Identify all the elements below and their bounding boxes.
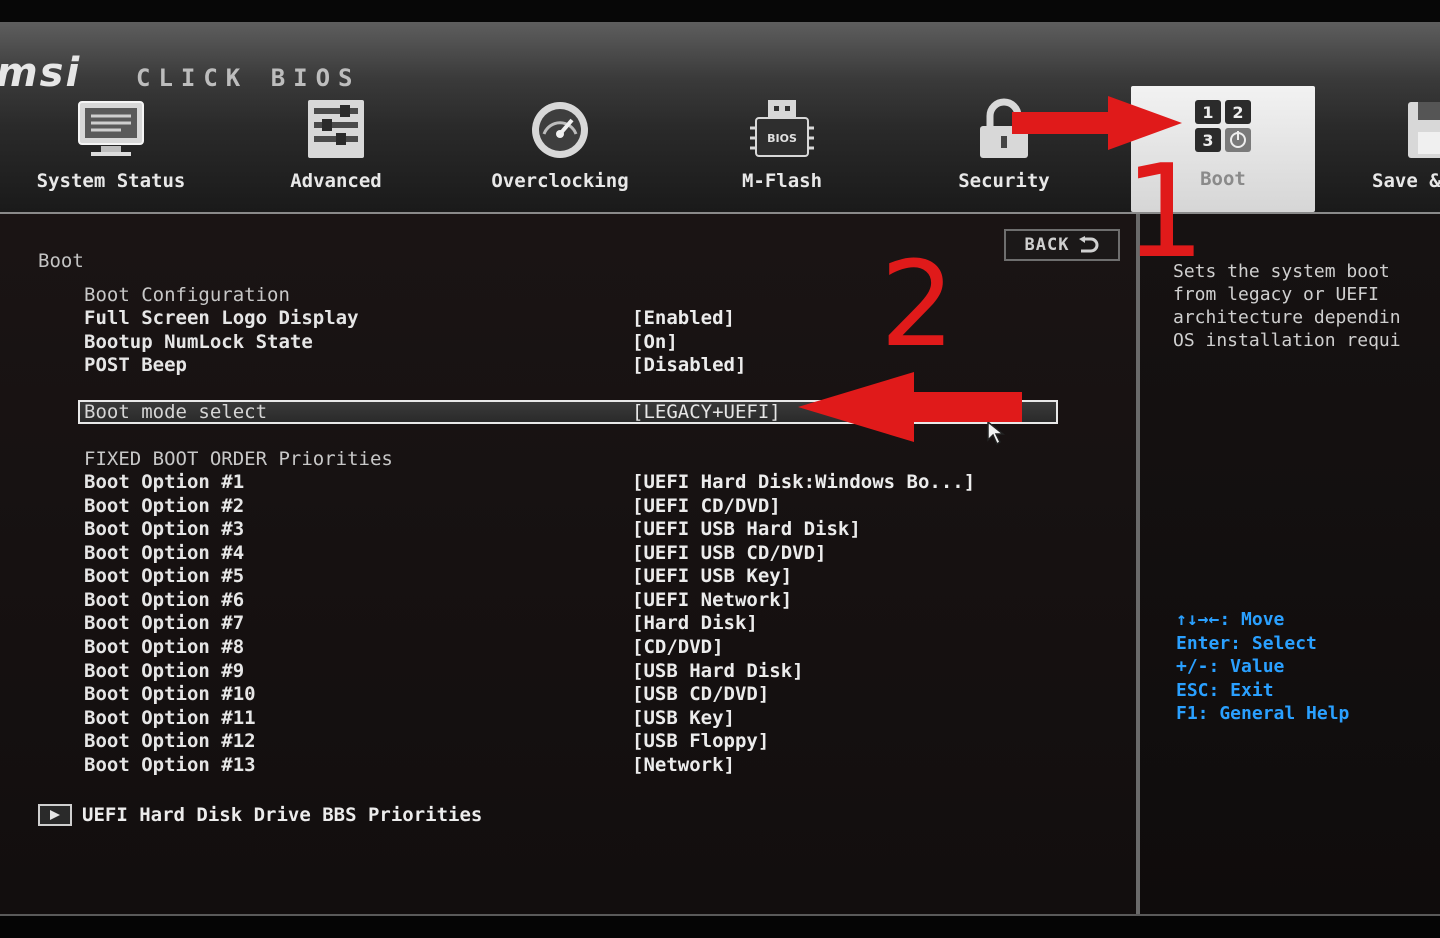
nav-m-flash[interactable]: BIOS M-Flash: [722, 88, 842, 210]
screen-bezel-bottom: [0, 914, 1440, 938]
boot-option-row[interactable]: Boot Option #1 [UEFI Hard Disk:Windows Bo…: [84, 471, 1044, 494]
boot-option-row[interactable]: Boot Option #8 [CD/DVD]: [84, 636, 1044, 659]
key-legend: ↑↓→←: Move Enter: Select +/-: Value ESC:…: [1176, 609, 1350, 724]
top-nav: System Status Advanced Overclocking BIOS…: [0, 86, 1440, 212]
boot-option-label: Boot Option #6: [84, 589, 245, 611]
boot-option-row[interactable]: Boot Option #6 [UEFI Network]: [84, 589, 1044, 612]
usb-bios-icon: BIOS: [750, 100, 814, 157]
boot-option-value[interactable]: [UEFI USB Key]: [632, 565, 792, 587]
screen-bezel-top: [0, 0, 1440, 22]
boot-option-label: Boot Option #11: [84, 707, 256, 729]
boot-option-label: Boot Option #12: [84, 730, 256, 752]
back-label: BACK: [1024, 235, 1070, 255]
boot-option-row[interactable]: Boot Option #13 [Network]: [84, 754, 1044, 777]
nav-label: System Status: [36, 170, 186, 192]
submenu-arrow-icon: [38, 804, 72, 826]
boot-option-value[interactable]: [USB CD/DVD]: [632, 683, 769, 705]
boot-option-label: Boot Option #5: [84, 565, 245, 587]
sliders-icon: [308, 100, 364, 158]
save-icon: [1408, 102, 1440, 158]
boot-option-label: Boot Option #13: [84, 754, 256, 776]
boot-option-row[interactable]: Boot Option #9 [USB Hard Disk]: [84, 660, 1044, 683]
boot-option-value[interactable]: [UEFI USB Hard Disk]: [632, 518, 861, 540]
setting-value[interactable]: [Disabled]: [632, 354, 746, 376]
help-description: Sets the system boot from legacy or UEFI…: [1173, 261, 1401, 351]
page-title: Boot: [38, 250, 84, 272]
boot-option-value[interactable]: [Network]: [632, 754, 735, 776]
setting-label: Bootup NumLock State: [84, 331, 313, 353]
boot-option-value[interactable]: [Hard Disk]: [632, 612, 758, 634]
boot-option-value[interactable]: [UEFI Hard Disk:Windows Bo...]: [632, 471, 975, 493]
gauge-icon: [532, 102, 588, 158]
boot-option-value[interactable]: [USB Floppy]: [632, 730, 769, 752]
boot-option-label: Boot Option #2: [84, 495, 245, 517]
group-label: Boot Configuration: [84, 284, 290, 306]
nav-overclocking[interactable]: Overclocking: [468, 88, 652, 210]
svg-text:1: 1: [1202, 103, 1213, 122]
boot-option-row[interactable]: Boot Option #3 [UEFI USB Hard Disk]: [84, 518, 1044, 541]
boot-option-label: Boot Option #4: [84, 542, 245, 564]
nav-save-exit[interactable]: Save &: [1364, 88, 1440, 210]
boot-option-row[interactable]: Boot Option #4 [UEFI USB CD/DVD]: [84, 542, 1044, 565]
setting-value[interactable]: [Enabled]: [632, 307, 735, 329]
back-button[interactable]: BACK: [1004, 229, 1120, 261]
submenu-label: UEFI Hard Disk Drive BBS Priorities: [82, 804, 483, 826]
setting-label: Full Screen Logo Display: [84, 307, 359, 329]
setting-label: POST Beep: [84, 354, 187, 376]
svg-text:BIOS: BIOS: [767, 132, 797, 145]
boot-option-label: Boot Option #3: [84, 518, 245, 540]
boot-option-row[interactable]: Boot Option #11 [USB Key]: [84, 707, 1044, 730]
boot-option-label: Boot Option #10: [84, 683, 256, 705]
nav-label: Save &: [1372, 170, 1440, 192]
boot-option-value[interactable]: [UEFI CD/DVD]: [632, 495, 781, 517]
boot-option-row[interactable]: Boot Option #5 [UEFI USB Key]: [84, 565, 1044, 588]
boot-option-value[interactable]: [UEFI USB CD/DVD]: [632, 542, 826, 564]
setting-label: Boot mode select: [84, 401, 268, 423]
boot-option-label: Boot Option #9: [84, 660, 245, 682]
nav-label: Security: [958, 170, 1050, 192]
boot-option-label: Boot Option #1: [84, 471, 245, 493]
boot-option-label: Boot Option #8: [84, 636, 245, 658]
annotation-number-two: 2: [880, 235, 956, 373]
boot-option-label: Boot Option #7: [84, 612, 245, 634]
nav-system-status[interactable]: System Status: [18, 88, 204, 210]
monitor-icon: [78, 101, 144, 156]
boot-option-row[interactable]: Boot Option #12 [USB Floppy]: [84, 730, 1044, 753]
annotation-arrow-left-icon: [798, 372, 1022, 442]
boot-option-value[interactable]: [UEFI Network]: [632, 589, 792, 611]
boot-option-value[interactable]: [CD/DVD]: [632, 636, 724, 658]
fixed-boot-order-header: FIXED BOOT ORDER Priorities: [84, 448, 1044, 471]
setting-value[interactable]: [On]: [632, 331, 678, 353]
nav-label: Boot: [1200, 168, 1246, 190]
nav-advanced[interactable]: Advanced: [266, 88, 406, 210]
group-label: FIXED BOOT ORDER Priorities: [84, 448, 393, 470]
boot-option-value[interactable]: [USB Key]: [632, 707, 735, 729]
svg-text:2: 2: [1232, 103, 1243, 122]
nav-label: Advanced: [290, 170, 382, 192]
nav-label: M-Flash: [741, 170, 823, 192]
annotation-number-one: 1: [1124, 138, 1206, 287]
nav-label: Overclocking: [491, 170, 629, 192]
boot-option-value[interactable]: [USB Hard Disk]: [632, 660, 804, 682]
boot-option-row[interactable]: Boot Option #7 [Hard Disk]: [84, 612, 1044, 635]
bios-header: msi CLICK BIOS System Status Advanced Ov…: [0, 22, 1440, 214]
boot-option-row[interactable]: Boot Option #2 [UEFI CD/DVD]: [84, 495, 1044, 518]
submenu-uefi-bbs-priorities[interactable]: UEFI Hard Disk Drive BBS Priorities: [38, 802, 482, 828]
setting-value[interactable]: [LEGACY+UEFI]: [632, 401, 781, 423]
boot-option-row[interactable]: Boot Option #10 [USB CD/DVD]: [84, 683, 1044, 706]
back-arrow-icon: [1079, 236, 1099, 253]
